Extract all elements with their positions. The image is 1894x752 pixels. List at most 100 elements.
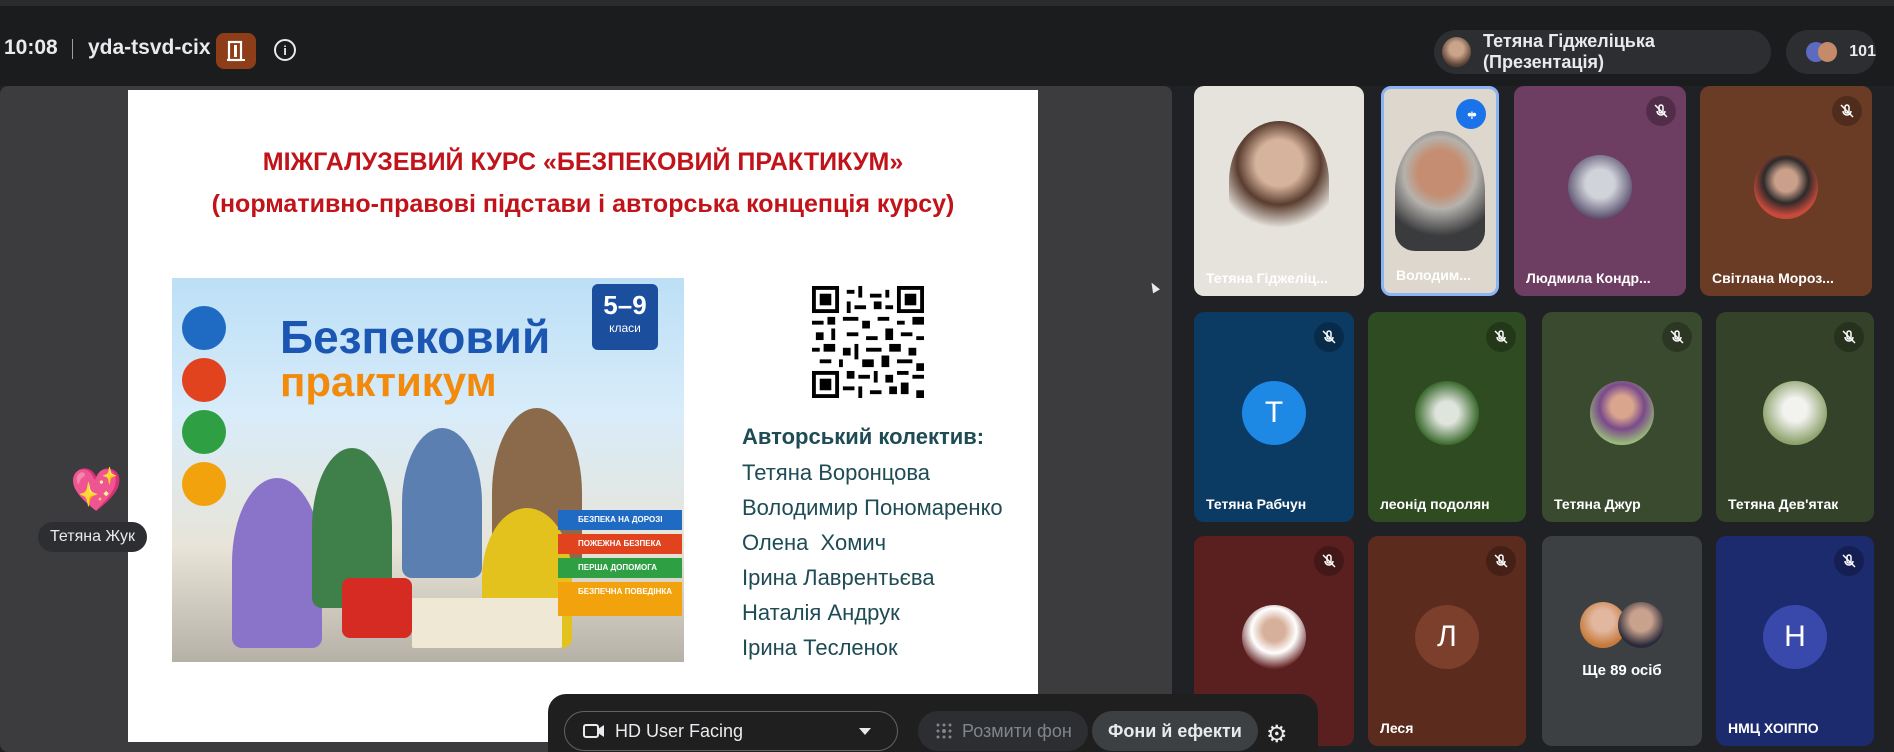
more-participants-label: Ще 89 осіб bbox=[1582, 662, 1662, 679]
avatar bbox=[1568, 155, 1632, 219]
grade-badge: 5–9 класи bbox=[592, 284, 658, 350]
presenter-label: Тетяна Гіджеліцька (Презентація) bbox=[1483, 31, 1655, 72]
participant-count: 101 bbox=[1849, 43, 1876, 60]
effects-label: Фони й ефекти bbox=[1108, 720, 1242, 741]
camera-controls-bar: HD User Facing Розмити фон Фони й ефекти… bbox=[548, 694, 1318, 752]
poster-safety-icons bbox=[182, 306, 226, 514]
participant-video bbox=[1395, 131, 1485, 251]
effects-button[interactable]: Фони й ефекти bbox=[1092, 711, 1258, 751]
author-name: Ірина Тесленок bbox=[742, 635, 898, 660]
slide: МІЖГАЛУЗЕВИЙ КУРС «БЕЗПЕКОВИЙ ПРАКТИКУМ»… bbox=[128, 90, 1038, 742]
author-name: Олена Хомич bbox=[742, 530, 887, 555]
poster-subtitle: практикум bbox=[280, 358, 497, 405]
participant-tile[interactable]: Т Тетяна Рабчун bbox=[1194, 312, 1354, 522]
slide-subtitle: (нормативно-правові підстави і авторська… bbox=[211, 190, 955, 218]
participant-tile[interactable]: Тетяна Гіджеліц... bbox=[1194, 86, 1364, 296]
poster-ribbon: БЕЗПЕЧНА ПОВЕДІНКА bbox=[558, 582, 682, 616]
avatar bbox=[1763, 381, 1827, 445]
participant-video bbox=[1229, 121, 1329, 241]
reaction-sender: Тетяна Жук bbox=[38, 522, 148, 552]
participant-tile[interactable]: Л Леся bbox=[1368, 536, 1526, 746]
people-icon bbox=[182, 462, 226, 506]
authors-heading: Авторський колектив: bbox=[742, 424, 985, 449]
poster-ribbon: БЕЗПЕКА НА ДОРОЗІ bbox=[558, 510, 682, 530]
student-figure bbox=[232, 478, 322, 648]
avatar: Л bbox=[1415, 605, 1479, 669]
speaking-indicator-icon: •ı• bbox=[1456, 99, 1486, 129]
participant-tile[interactable]: Людмила Кондр... bbox=[1514, 86, 1686, 296]
poster-ribbon: ПЕРША ДОПОМОГА bbox=[558, 558, 682, 578]
more-participants-tile[interactable]: Ще 89 осіб bbox=[1542, 536, 1702, 746]
authors-list: Авторський колектив: Тетяна Воронцова Во… bbox=[742, 424, 1003, 670]
blur-background-button[interactable]: Розмити фон bbox=[918, 711, 1088, 751]
divider bbox=[72, 39, 73, 59]
participant-tile[interactable]: Тетяна Джур bbox=[1542, 312, 1702, 522]
heart-reaction-icon: 💖 bbox=[70, 466, 123, 513]
fire-extinguisher-icon bbox=[182, 358, 226, 402]
participant-name: Володим... bbox=[1396, 267, 1471, 283]
author-name: Ірина Лаврентьєва bbox=[742, 565, 935, 590]
avatar: Н bbox=[1763, 605, 1827, 669]
participant-tile[interactable]: Н НМЦ ХОІППО bbox=[1716, 536, 1874, 746]
participant-name: Леся bbox=[1380, 720, 1414, 736]
top-bar: 10:08 yda-tsvd-cix i Тетяна Гіджеліцька … bbox=[0, 0, 1894, 86]
map-sheet bbox=[412, 598, 562, 648]
first-aid-icon bbox=[182, 410, 226, 454]
slide-title: МІЖГАЛУЗЕВИЙ КУРС «БЕЗПЕКОВИЙ ПРАКТИКУМ» bbox=[262, 148, 904, 176]
muted-mic-icon bbox=[1834, 546, 1864, 576]
avatar bbox=[1590, 381, 1654, 445]
student-figure bbox=[402, 428, 482, 578]
muted-mic-icon bbox=[1832, 96, 1862, 126]
participant-name: Людмила Кондр... bbox=[1526, 270, 1651, 286]
chevron-down-icon bbox=[859, 728, 871, 735]
avatar bbox=[1242, 605, 1306, 669]
host-controls-button[interactable] bbox=[216, 33, 256, 69]
avatar bbox=[1415, 381, 1479, 445]
participant-name: леонід подолян bbox=[1380, 496, 1490, 512]
info-icon[interactable]: i bbox=[274, 39, 296, 61]
participant-name: Тетяна Дев'ятак bbox=[1728, 496, 1839, 512]
meeting-code: yda-tsvd-cix bbox=[88, 36, 211, 59]
first-aid-kit bbox=[342, 578, 412, 638]
participants-button[interactable]: 101 bbox=[1786, 30, 1876, 74]
blur-icon bbox=[936, 723, 952, 739]
camera-label: HD User Facing bbox=[615, 720, 744, 741]
muted-mic-icon bbox=[1662, 322, 1692, 352]
door-icon bbox=[227, 40, 245, 62]
participant-name: НМЦ ХОІППО bbox=[1728, 720, 1819, 736]
author-name: Наталія Андрук bbox=[742, 600, 900, 625]
participant-tile[interactable]: Світлана Мороз... bbox=[1700, 86, 1872, 296]
muted-mic-icon bbox=[1834, 322, 1864, 352]
participant-name: Тетяна Джур bbox=[1554, 496, 1641, 512]
muted-mic-icon bbox=[1314, 546, 1344, 576]
participant-name: Тетяна Гіджеліц... bbox=[1206, 270, 1328, 286]
poster-title: Безпековий bbox=[280, 311, 551, 363]
pedestrian-icon bbox=[182, 306, 226, 350]
camera-select[interactable]: HD User Facing bbox=[564, 711, 898, 751]
muted-mic-icon bbox=[1314, 322, 1344, 352]
gear-icon[interactable]: ⚙ bbox=[1266, 720, 1288, 749]
poster-ribbon: ПОЖЕЖНА БЕЗПЕКА bbox=[558, 534, 682, 554]
participant-name: Тетяна Рабчун bbox=[1206, 496, 1307, 512]
author-name: Володимир Пономаренко bbox=[742, 495, 1003, 520]
muted-mic-icon bbox=[1646, 96, 1676, 126]
course-poster-image: Безпековий практикум 5–9 класи БЕЗПЕКА Н… bbox=[172, 278, 684, 662]
muted-mic-icon bbox=[1486, 322, 1516, 352]
participant-tile[interactable]: леонід подолян bbox=[1368, 312, 1526, 522]
clock: 10:08 bbox=[4, 36, 58, 59]
qr-code bbox=[812, 286, 924, 398]
avatar bbox=[1618, 602, 1664, 648]
video-camera-icon bbox=[583, 724, 604, 738]
author-name: Тетяна Воронцова bbox=[742, 460, 930, 485]
avatar bbox=[1817, 42, 1838, 62]
avatar bbox=[1754, 155, 1818, 219]
presenter-avatar bbox=[1442, 37, 1472, 67]
participant-tile[interactable]: Тетяна Дев'ятак bbox=[1716, 312, 1874, 522]
participant-tile[interactable]: •ı• Володим... bbox=[1381, 86, 1499, 296]
muted-mic-icon bbox=[1486, 546, 1516, 576]
blur-label: Розмити фон bbox=[962, 720, 1072, 741]
avatar: Т bbox=[1242, 381, 1306, 445]
participant-name: Світлана Мороз... bbox=[1712, 270, 1834, 286]
presenter-chip[interactable]: Тетяна Гіджеліцька (Презентація) bbox=[1434, 30, 1771, 74]
grade-range: 5–9 bbox=[603, 290, 647, 320]
